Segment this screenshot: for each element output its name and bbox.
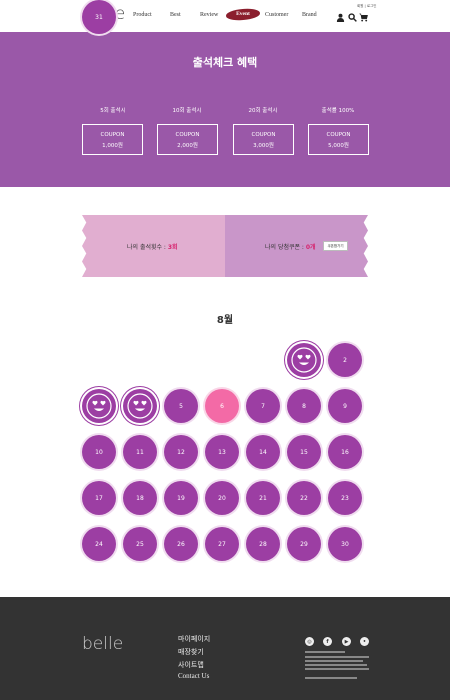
calendar-day[interactable]: 5 [164, 389, 198, 423]
calendar-day[interactable]: 15 [287, 435, 321, 469]
calendar-day[interactable]: 12 [164, 435, 198, 469]
coupon-box: COUPON 1,000원 [82, 124, 143, 155]
calendar-day[interactable]: 7 [246, 389, 280, 423]
coupon-amount: 3,000원 [253, 143, 274, 149]
footer-link-store-finder[interactable]: 매장찾기 [178, 647, 204, 657]
calendar-day[interactable]: 2 [328, 343, 362, 377]
coupon-amount: 5,000원 [328, 143, 349, 149]
footer-info-line [305, 660, 363, 662]
calendar-day[interactable]: 8 [287, 389, 321, 423]
coupon-value: 0개 [305, 244, 316, 251]
calendar-day[interactable]: 27 [205, 527, 239, 561]
attendance-label: 나의 출석횟수 : [127, 244, 168, 251]
attendance-stamp-icon[interactable] [287, 343, 321, 377]
coupon-box: COUPON 5,000원 [308, 124, 369, 155]
coupon-box: COUPON 2,000원 [157, 124, 218, 155]
user-icon[interactable] [336, 13, 345, 22]
coupon-amount: 2,000원 [177, 143, 198, 149]
nav-brand[interactable]: Brand [302, 12, 317, 18]
instagram-icon[interactable]: ◎ [305, 637, 314, 646]
calendar-day[interactable]: 21 [246, 481, 280, 515]
cart-icon[interactable] [359, 13, 368, 22]
blog-icon[interactable]: • [360, 637, 369, 646]
coupon-text: COUPON [100, 132, 125, 138]
site-footer: belle 마이페이지 매장찾기 사이트맵 Contact Us ◎ f ▶ • [0, 597, 450, 700]
calendar-day[interactable]: 26 [164, 527, 198, 561]
site-header: belle Product Best Review Event Customer… [0, 0, 450, 32]
calendar-day[interactable]: 22 [287, 481, 321, 515]
calendar-day[interactable]: 17 [82, 481, 116, 515]
calendar-day[interactable]: 14 [246, 435, 280, 469]
coupon-amount: 1,000원 [102, 143, 123, 149]
coupon-text: COUPON [175, 132, 200, 138]
coupon-text: COUPON [326, 132, 351, 138]
footer-link-contact[interactable]: Contact Us [178, 672, 209, 680]
footer-info-line [305, 677, 357, 679]
calendar-day[interactable]: 6 [205, 389, 239, 423]
calendar-day[interactable]: 25 [123, 527, 157, 561]
facebook-icon[interactable]: f [323, 637, 332, 646]
footer-info-line [305, 656, 369, 658]
calendar-day[interactable]: 29 [287, 527, 321, 561]
calendar-day[interactable]: 10 [82, 435, 116, 469]
benefit-label: 5회 출석시 [100, 108, 126, 114]
calendar-day[interactable]: 28 [246, 527, 280, 561]
footer-info-line [305, 664, 367, 666]
footer-info-line [305, 651, 345, 653]
search-icon[interactable] [348, 13, 357, 22]
footer-link-mypage[interactable]: 마이페이지 [178, 634, 210, 644]
benefit-label: 20회 출석시 [248, 108, 278, 114]
calendar-month: 8월 [216, 315, 234, 326]
youtube-icon[interactable]: ▶ [342, 637, 351, 646]
calendar-day[interactable]: 23 [328, 481, 362, 515]
benefit-label: 10회 출석시 [172, 108, 202, 114]
top-links[interactable]: 회원 | 로그인 [357, 4, 377, 9]
coupon-box-button[interactable]: 쿠폰함가기 [323, 241, 348, 251]
calendar-day[interactable]: 16 [328, 435, 362, 469]
calendar-day[interactable]: 31 [82, 0, 116, 34]
coupon-box: COUPON 3,000원 [233, 124, 294, 155]
coupon-count: 나의 당첨쿠폰 : 0개 [265, 242, 316, 251]
benefit-label: 출석률 100% [321, 108, 355, 114]
nav-product[interactable]: Product [133, 12, 152, 18]
attendance-value: 3회 [167, 244, 178, 251]
calendar-day[interactable]: 24 [82, 527, 116, 561]
calendar-day[interactable]: 20 [205, 481, 239, 515]
footer-logo: belle [82, 634, 124, 654]
nav-customer[interactable]: Customer [265, 12, 288, 18]
footer-info-line [305, 668, 369, 670]
attendance-stamp-icon[interactable] [82, 389, 116, 423]
calendar-day[interactable]: 13 [205, 435, 239, 469]
nav-review[interactable]: Review [200, 12, 218, 18]
attendance-count: 나의 출석횟수 : 3회 [127, 242, 178, 251]
attendance-stamp-icon[interactable] [123, 389, 157, 423]
heart-eyes-icon [127, 393, 153, 419]
coupon-label: 나의 당첨쿠폰 : [265, 244, 306, 251]
heart-eyes-icon [291, 347, 317, 373]
benefits-title: 출석체크 혜택 [192, 56, 258, 69]
nav-event[interactable]: Event [226, 11, 260, 17]
coupon-text: COUPON [251, 132, 276, 138]
footer-link-sitemap[interactable]: 사이트맵 [178, 660, 204, 670]
calendar-day[interactable]: 11 [123, 435, 157, 469]
attendance-benefits-banner: 출석체크 혜택 5회 출석시 COUPON 1,000원 10회 출석시 COU… [0, 32, 450, 187]
calendar-day[interactable]: 19 [164, 481, 198, 515]
nav-best[interactable]: Best [170, 12, 181, 18]
calendar-day[interactable]: 9 [328, 389, 362, 423]
heart-eyes-icon [86, 393, 112, 419]
calendar-day[interactable]: 18 [123, 481, 157, 515]
calendar-day[interactable]: 30 [328, 527, 362, 561]
